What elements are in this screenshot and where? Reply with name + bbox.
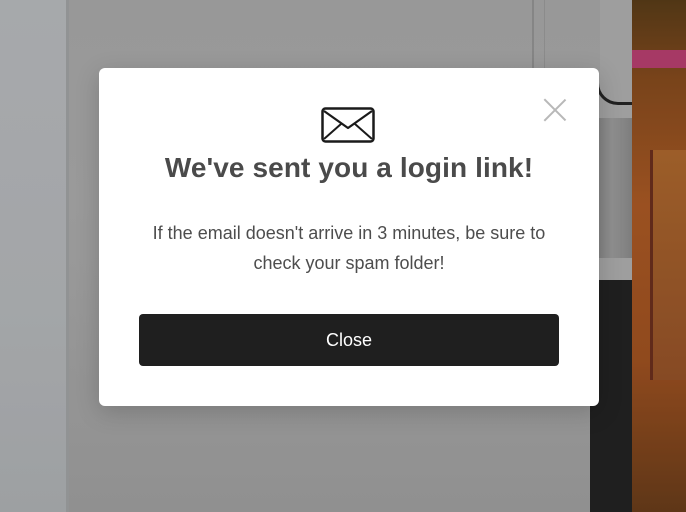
close-button[interactable]: Close: [139, 314, 559, 366]
page-background: We've sent you a login link! If the emai…: [0, 0, 686, 512]
login-link-dialog: We've sent you a login link! If the emai…: [99, 68, 599, 406]
mail-icon: [321, 107, 375, 143]
dialog-message: If the email doesn't arrive in 3 minutes…: [152, 223, 546, 273]
dialog-title: We've sent you a login link!: [164, 152, 534, 183]
close-icon[interactable]: [543, 98, 567, 122]
